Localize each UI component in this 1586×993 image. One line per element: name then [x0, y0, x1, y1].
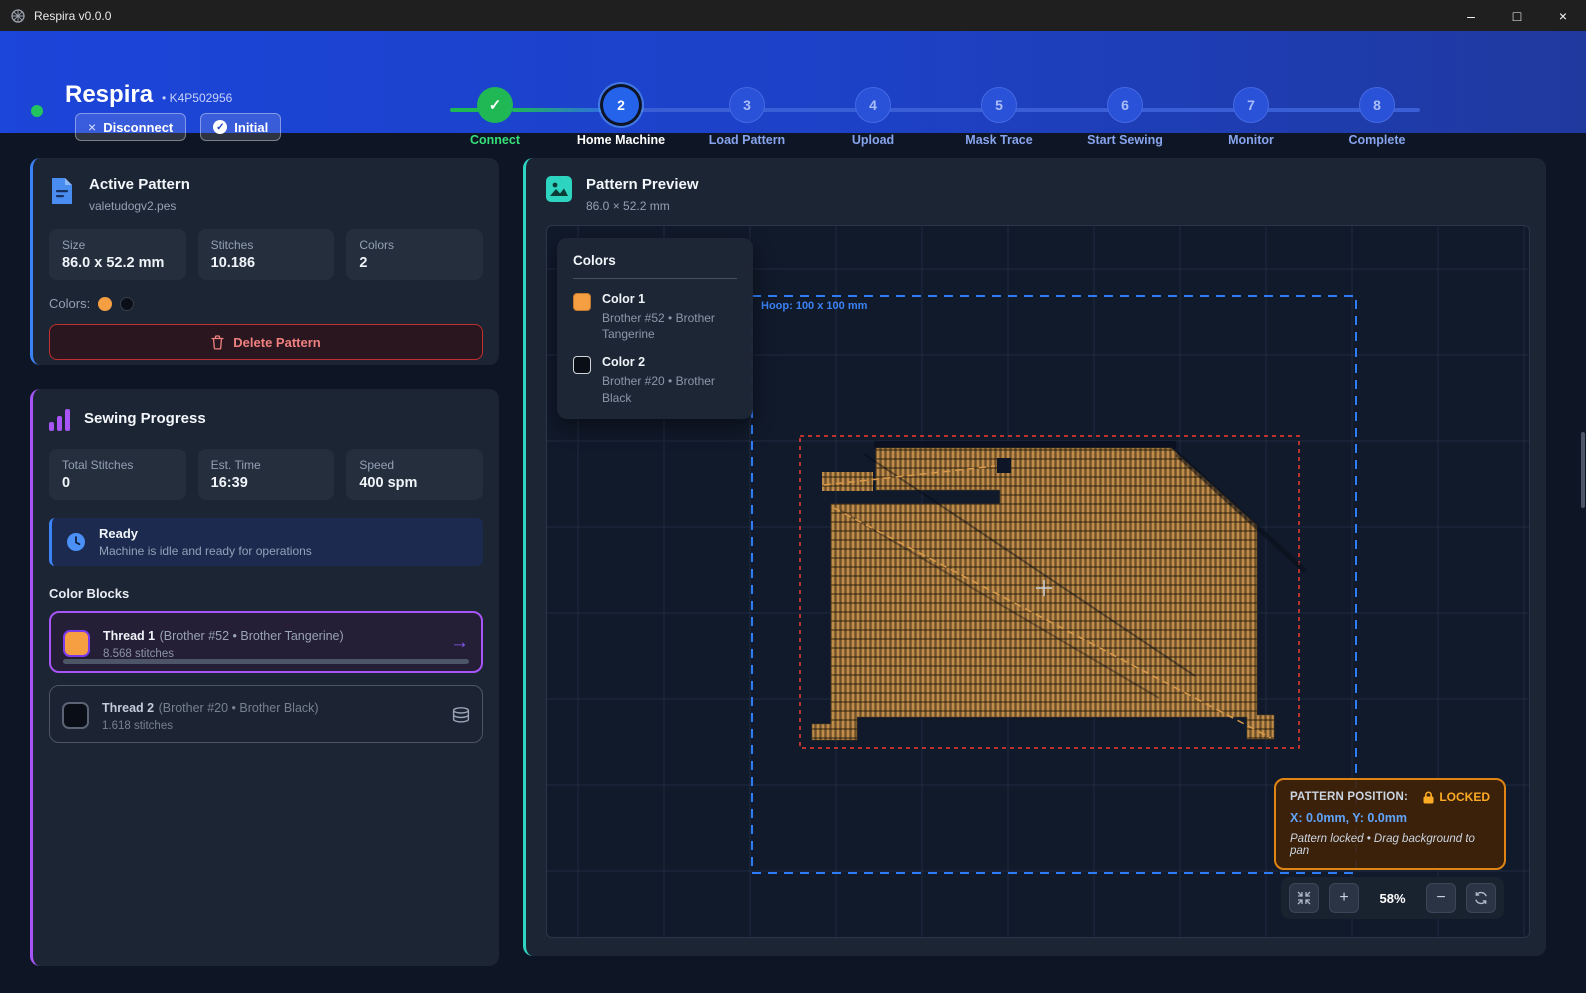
step-number: 7	[1233, 87, 1269, 123]
zoom-in-button[interactable]: +	[1329, 883, 1359, 913]
stat-est-time: Est. Time 16:39	[198, 449, 335, 500]
pattern-preview-card: Pattern Preview 86.0 × 52.2 mm Hoop: 100…	[523, 158, 1546, 956]
legend-entry-1: Color 1 Brother #52 • Brother Tangerine	[573, 292, 737, 342]
card-title: Active Pattern	[89, 176, 190, 193]
preview-canvas[interactable]: Hoop: 100 x 100 mm Colo	[546, 225, 1530, 938]
step-complete[interactable]: 8 Complete	[1314, 87, 1440, 147]
pattern-filename: valetudogv2.pes	[89, 199, 190, 213]
colors-label: Colors:	[49, 296, 90, 311]
thread-progress-bar	[63, 659, 469, 664]
lock-icon	[1423, 791, 1434, 804]
app-header: Respira • K4P502956 × Disconnect ✓ Initi…	[0, 31, 1586, 133]
step-number: 2	[603, 87, 639, 123]
document-icon	[49, 176, 75, 206]
position-title: PATTERN POSITION:	[1290, 791, 1408, 803]
image-icon	[546, 176, 572, 202]
thread-swatch	[62, 702, 89, 729]
zoom-out-button[interactable]: −	[1426, 883, 1456, 913]
close-button[interactable]: ×	[1540, 0, 1586, 31]
stack-icon	[452, 707, 470, 723]
machine-status-banner: Ready Machine is idle and ready for oper…	[49, 518, 483, 566]
colors-legend: Colors Color 1 Brother #52 • Brother Tan…	[557, 238, 753, 419]
check-icon: ✓	[477, 87, 513, 123]
scrollbar-thumb[interactable]	[1581, 432, 1585, 508]
initial-button[interactable]: ✓ Initial	[200, 113, 281, 141]
position-hint: Pattern locked • Drag background to pan	[1290, 833, 1490, 857]
compress-icon	[1297, 891, 1311, 905]
refresh-icon	[1474, 891, 1488, 905]
pattern-dimensions: 86.0 × 52.2 mm	[586, 199, 699, 213]
app-name: Respira	[65, 81, 153, 109]
workflow-stepper: ✓ Connect 2 Home Machine 3 Load Pattern …	[432, 87, 1440, 147]
legend-title: Colors	[573, 253, 737, 279]
step-connect[interactable]: ✓ Connect	[432, 87, 558, 147]
status-title: Ready	[99, 526, 312, 541]
machine-serial: • K4P502956	[162, 91, 232, 105]
color-dot-orange	[98, 297, 112, 311]
close-icon: ×	[88, 119, 96, 135]
zoom-level: 58%	[1369, 891, 1416, 906]
pattern-position-overlay: PATTERN POSITION: LOCKED X: 0.0mm, Y: 0.…	[1274, 778, 1506, 870]
step-start-sewing[interactable]: 6 Start Sewing	[1062, 87, 1188, 147]
thread-swatch	[63, 630, 90, 657]
stat-colors: Colors 2	[346, 229, 483, 280]
stat-speed: Speed 400 spm	[346, 449, 483, 500]
step-monitor[interactable]: 7 Monitor	[1188, 87, 1314, 147]
card-title: Pattern Preview	[586, 176, 699, 193]
color-dot-black	[120, 297, 134, 311]
step-number: 3	[729, 87, 765, 123]
step-number: 5	[981, 87, 1017, 123]
check-circle-icon: ✓	[213, 120, 227, 134]
disconnect-button[interactable]: × Disconnect	[75, 113, 186, 141]
locked-badge: LOCKED	[1439, 790, 1490, 804]
status-message: Machine is idle and ready for operations	[99, 544, 312, 558]
step-number: 6	[1107, 87, 1143, 123]
sewing-progress-card: Sewing Progress Total Stitches 0 Est. Ti…	[30, 389, 499, 966]
card-title: Sewing Progress	[84, 410, 206, 427]
position-coords: X: 0.0mm, Y: 0.0mm	[1290, 811, 1490, 825]
clock-icon	[66, 532, 86, 552]
zoom-toolbar: + 58% −	[1281, 877, 1504, 919]
active-pattern-card: Active Pattern valetudogv2.pes Size 86.0…	[30, 158, 499, 365]
embroidery-pattern	[812, 441, 1305, 740]
thread-row-2[interactable]: Thread 2 (Brother #20 • Brother Black) 1…	[49, 685, 483, 743]
window-title: Respira v0.0.0	[34, 9, 111, 23]
maximize-button[interactable]: □	[1494, 0, 1540, 31]
step-number: 8	[1359, 87, 1395, 123]
window-titlebar: Respira v0.0.0 – □ ×	[0, 0, 1586, 31]
step-number: 4	[855, 87, 891, 123]
step-upload[interactable]: 4 Upload	[810, 87, 936, 147]
step-mask-trace[interactable]: 5 Mask Trace	[936, 87, 1062, 147]
stat-stitches: Stitches 10.186	[198, 229, 335, 280]
legend-entry-2: Color 2 Brother #20 • Brother Black	[573, 355, 737, 405]
step-load-pattern[interactable]: 3 Load Pattern	[684, 87, 810, 147]
trash-icon	[211, 335, 224, 350]
reset-view-button[interactable]	[1466, 883, 1496, 913]
color-blocks-heading: Color Blocks	[49, 586, 483, 601]
stat-size: Size 86.0 x 52.2 mm	[49, 229, 186, 280]
hoop-label: Hoop: 100 x 100 mm	[761, 300, 868, 312]
thread-row-1[interactable]: Thread 1 (Brother #52 • Brother Tangerin…	[49, 611, 483, 673]
legend-swatch-orange	[573, 293, 591, 311]
app-icon	[10, 8, 26, 24]
legend-swatch-black	[573, 356, 591, 374]
stat-total-stitches: Total Stitches 0	[49, 449, 186, 500]
delete-pattern-button[interactable]: Delete Pattern	[49, 324, 483, 360]
arrow-right-icon: →	[450, 632, 469, 654]
bar-chart-icon	[49, 409, 70, 431]
step-home-machine[interactable]: 2 Home Machine	[558, 87, 684, 147]
minimize-button[interactable]: –	[1448, 0, 1494, 31]
fit-view-button[interactable]	[1289, 883, 1319, 913]
